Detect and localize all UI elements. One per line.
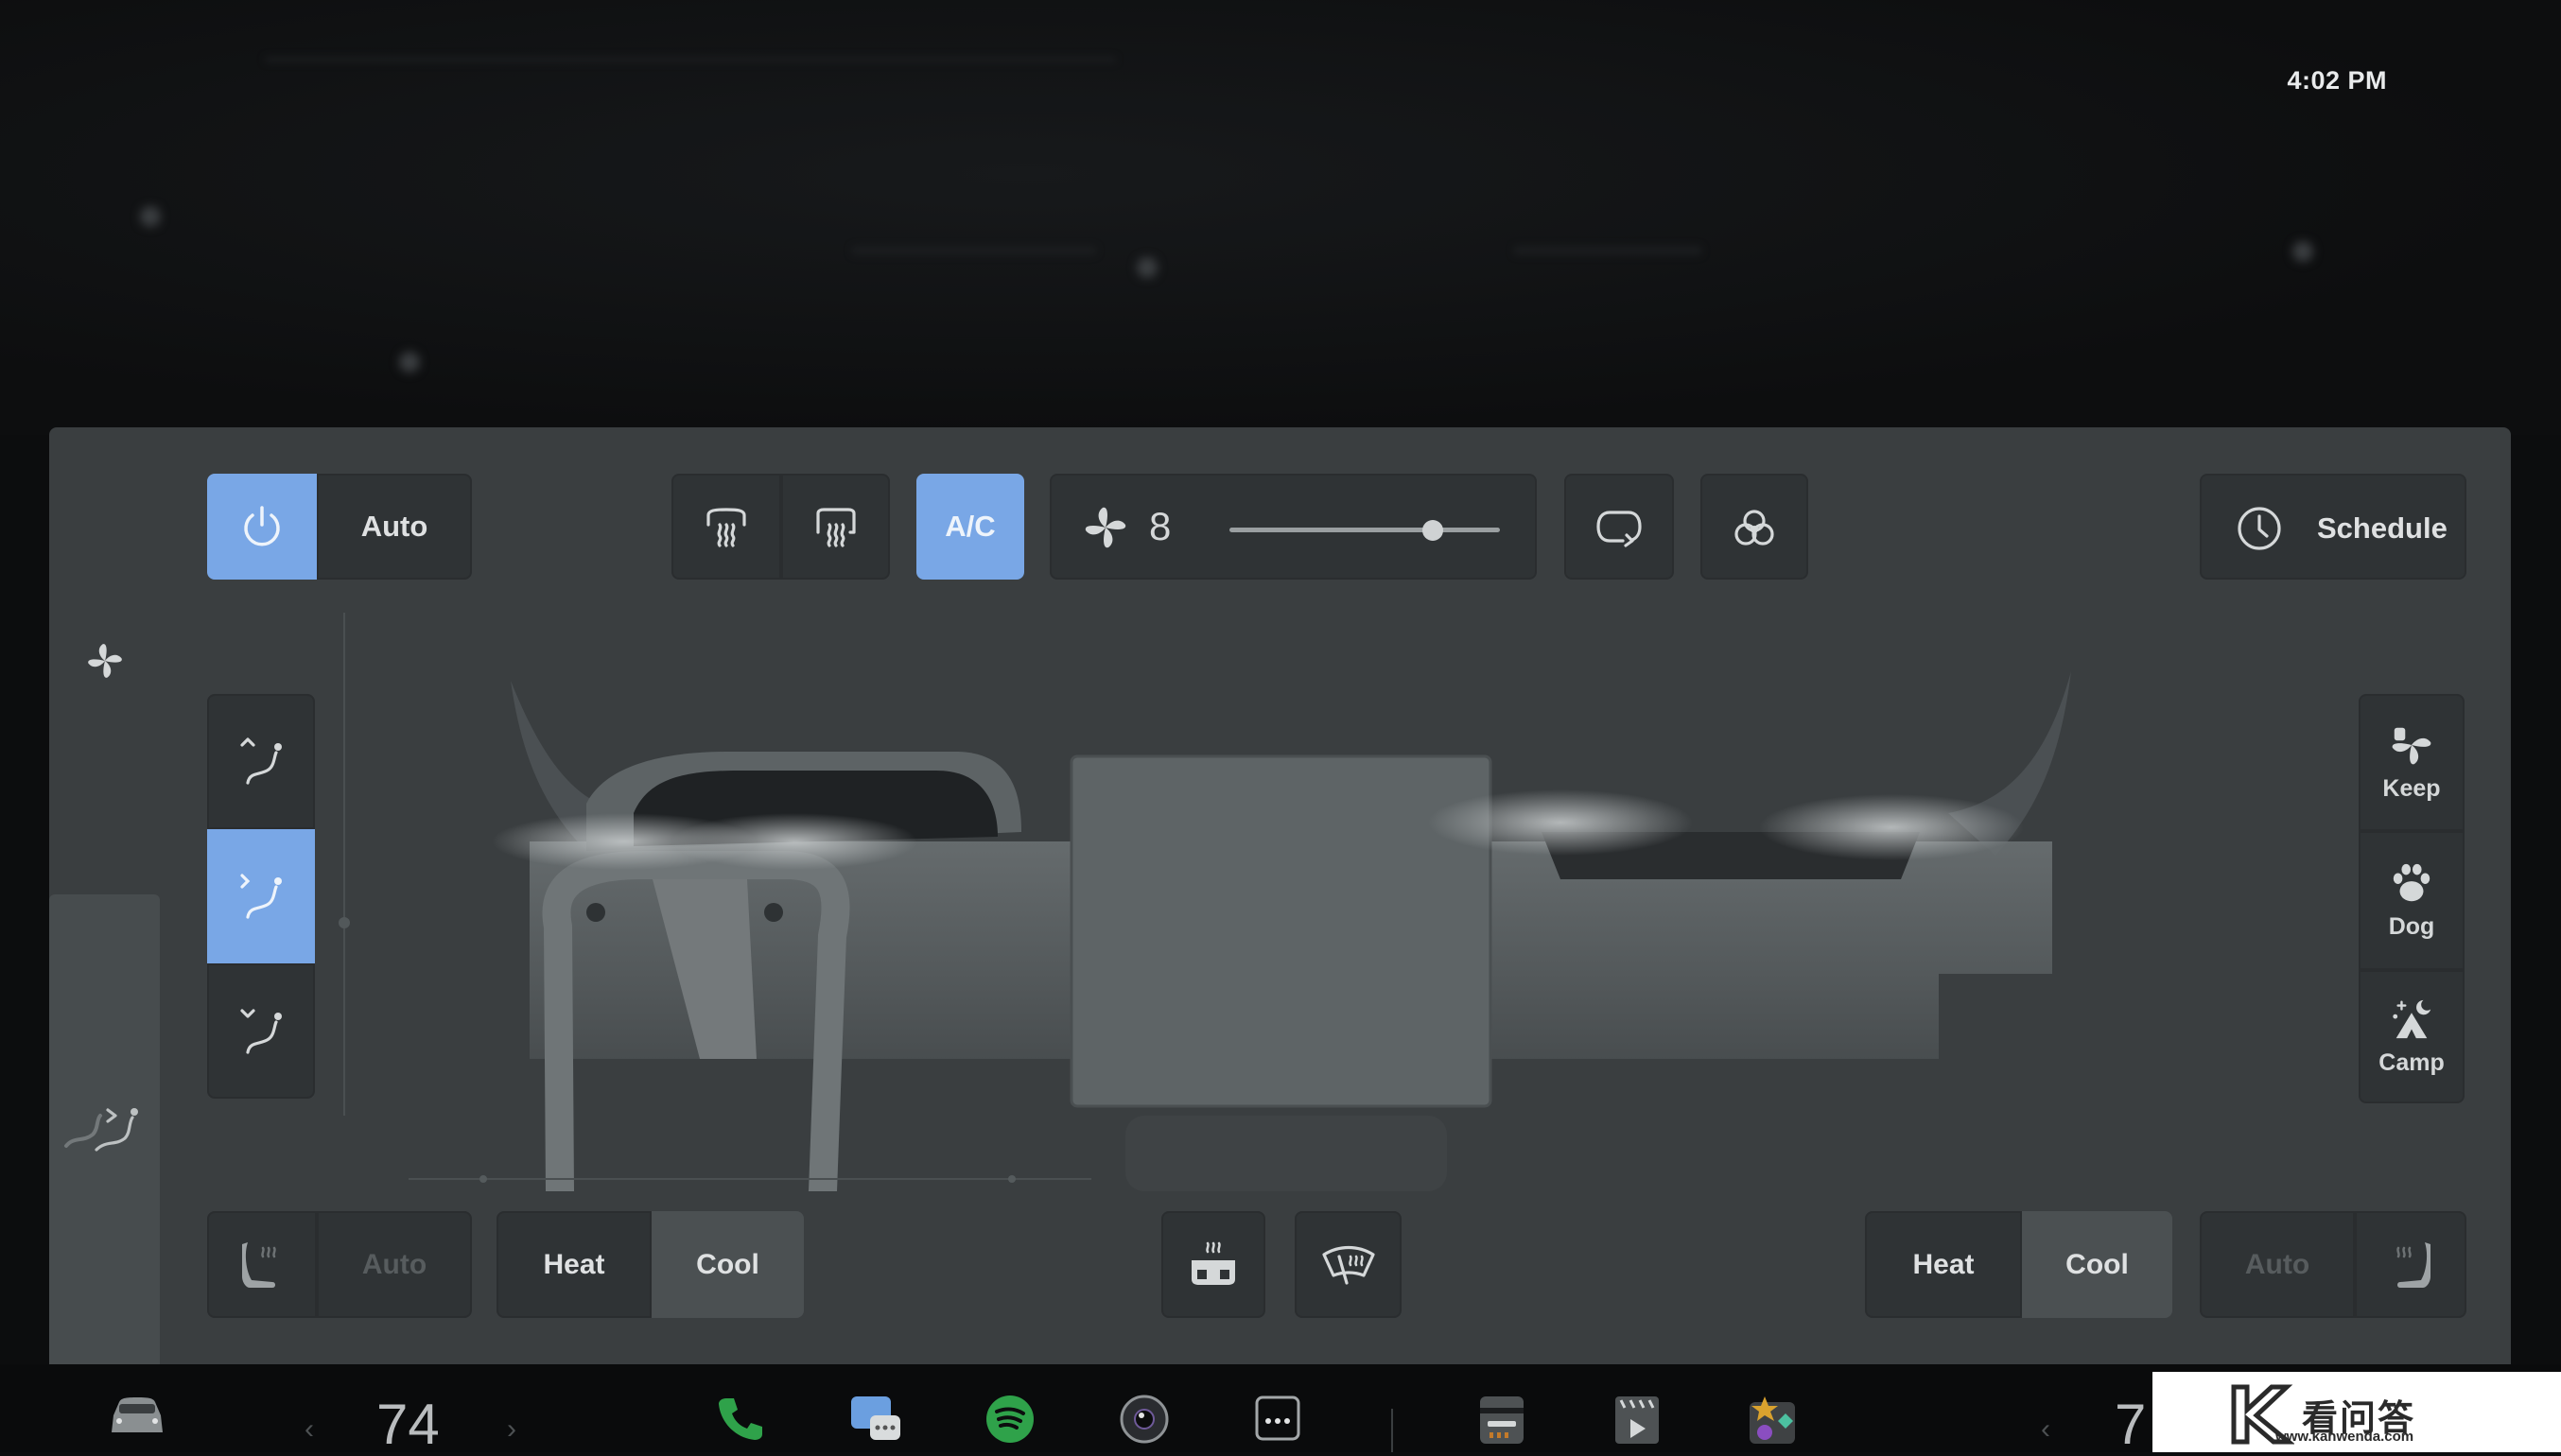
schedule-button[interactable]: Schedule xyxy=(2200,474,2466,580)
theater-app[interactable] xyxy=(1613,1395,1661,1446)
vent-mode-down-button[interactable] xyxy=(207,963,315,1099)
phone-app[interactable] xyxy=(717,1395,764,1442)
camera-app[interactable] xyxy=(1120,1395,1169,1444)
passenger-seat-auto-button[interactable]: Auto xyxy=(2200,1211,2355,1318)
driver-temp-increase[interactable]: › xyxy=(507,1413,516,1446)
seat-heat-icon xyxy=(242,1241,276,1288)
rear-climate-tab[interactable] xyxy=(49,894,160,1364)
driver-heat-button[interactable]: Heat xyxy=(497,1211,652,1318)
recirculate-button[interactable] xyxy=(1564,474,1674,580)
camp-mode-button[interactable]: Camp xyxy=(2359,970,2465,1103)
more-icon xyxy=(1255,1395,1300,1441)
steering-wheel-heat-icon xyxy=(1192,1241,1235,1285)
dashcam-app[interactable] xyxy=(1478,1395,1525,1446)
vent-mode-up-button[interactable] xyxy=(207,694,315,829)
camp-label: Camp xyxy=(2378,1049,2445,1076)
camera-icon xyxy=(1120,1395,1169,1444)
toybox-app[interactable] xyxy=(1748,1395,1797,1446)
vent-mode-straight-button[interactable] xyxy=(207,829,315,963)
cabin-dashboard-illustration xyxy=(444,662,2128,1191)
steering-wheel-heat-button[interactable] xyxy=(1161,1211,1265,1318)
ac-button[interactable]: A/C xyxy=(916,474,1024,580)
taskbar-divider xyxy=(1391,1409,1393,1452)
messages-app[interactable] xyxy=(849,1395,902,1442)
passenger-seat-heat-button[interactable] xyxy=(2355,1211,2466,1318)
airflow-distribution-slider[interactable] xyxy=(409,1178,1091,1180)
driver-temperature: 74 xyxy=(376,1393,440,1456)
rear-vent-icon xyxy=(64,1108,138,1152)
vent-down-icon xyxy=(240,1008,282,1054)
keep-climate-icon xyxy=(2392,727,2431,765)
spotify-icon xyxy=(986,1395,1034,1443)
rear-defrost-button[interactable] xyxy=(781,474,890,580)
car-icon xyxy=(112,1397,163,1432)
front-defrost-button[interactable] xyxy=(671,474,781,580)
clock: 4:02 PM xyxy=(2287,66,2387,95)
bioweapon-defense-button[interactable] xyxy=(1700,474,1808,580)
fan-speed-slider-thumb[interactable] xyxy=(1421,520,1443,541)
fan-icon xyxy=(88,644,122,678)
watermark: 看问答 www.kanwenda.com xyxy=(2152,1372,2561,1452)
passenger-cool-button[interactable]: Cool xyxy=(2022,1211,2172,1318)
fan-speed-slider-track[interactable] xyxy=(1229,528,1500,532)
vent-straight-icon xyxy=(240,874,282,919)
passenger-heat-button[interactable]: Heat xyxy=(1865,1211,2022,1318)
spotify-app[interactable] xyxy=(985,1395,1035,1444)
power-icon xyxy=(244,506,280,546)
driver-seat-auto-button[interactable]: Auto xyxy=(317,1211,472,1318)
paw-icon xyxy=(2393,863,2430,902)
dashcam-icon xyxy=(1480,1396,1524,1444)
messages-icon xyxy=(851,1396,900,1440)
vent-direction-handle[interactable] xyxy=(339,917,350,928)
recirculate-icon xyxy=(1596,511,1642,547)
toybox-icon xyxy=(1750,1396,1795,1444)
camp-tent-icon xyxy=(2393,999,2431,1039)
vent-direction-slider[interactable] xyxy=(343,613,345,1116)
dog-label: Dog xyxy=(2388,913,2435,940)
driver-cool-button[interactable]: Cool xyxy=(652,1211,804,1318)
rear-defrost-icon xyxy=(815,508,856,547)
front-defrost-icon xyxy=(706,508,746,547)
biohazard-icon xyxy=(1734,510,1774,546)
driver-seat-heat-button[interactable] xyxy=(207,1211,317,1318)
seat-heat-icon xyxy=(2396,1241,2430,1288)
map-background xyxy=(0,0,2561,435)
more-apps[interactable] xyxy=(1254,1395,1301,1442)
theater-icon xyxy=(1615,1396,1659,1444)
watermark-url: www.kanwenda.com xyxy=(2275,1429,2414,1445)
fan-speed-value: 8 xyxy=(1149,504,1172,548)
passenger-temperature: 7 xyxy=(2115,1393,2147,1456)
car-button[interactable] xyxy=(106,1395,168,1436)
fan-icon xyxy=(1085,507,1126,548)
vent-up-icon xyxy=(240,737,282,785)
airflow-tick[interactable] xyxy=(1008,1175,1016,1183)
wiper-defrost-icon xyxy=(1321,1245,1375,1285)
climate-power-button[interactable] xyxy=(207,474,317,580)
keep-label: Keep xyxy=(2382,775,2441,802)
auto-climate-button[interactable]: Auto xyxy=(317,474,472,580)
airflow-tick[interactable] xyxy=(479,1175,487,1183)
passenger-temp-decrease[interactable]: ‹ xyxy=(2041,1413,2050,1446)
wiper-defrost-button[interactable] xyxy=(1295,1211,1402,1318)
driver-temp-decrease[interactable]: ‹ xyxy=(305,1413,314,1446)
keep-climate-button[interactable]: Keep xyxy=(2359,694,2465,831)
phone-icon xyxy=(719,1398,762,1440)
schedule-label: Schedule xyxy=(2317,511,2448,545)
dog-mode-button[interactable]: Dog xyxy=(2359,831,2465,970)
fan-speed-control: 8 xyxy=(1050,474,1537,580)
clock-icon xyxy=(2238,507,2281,550)
